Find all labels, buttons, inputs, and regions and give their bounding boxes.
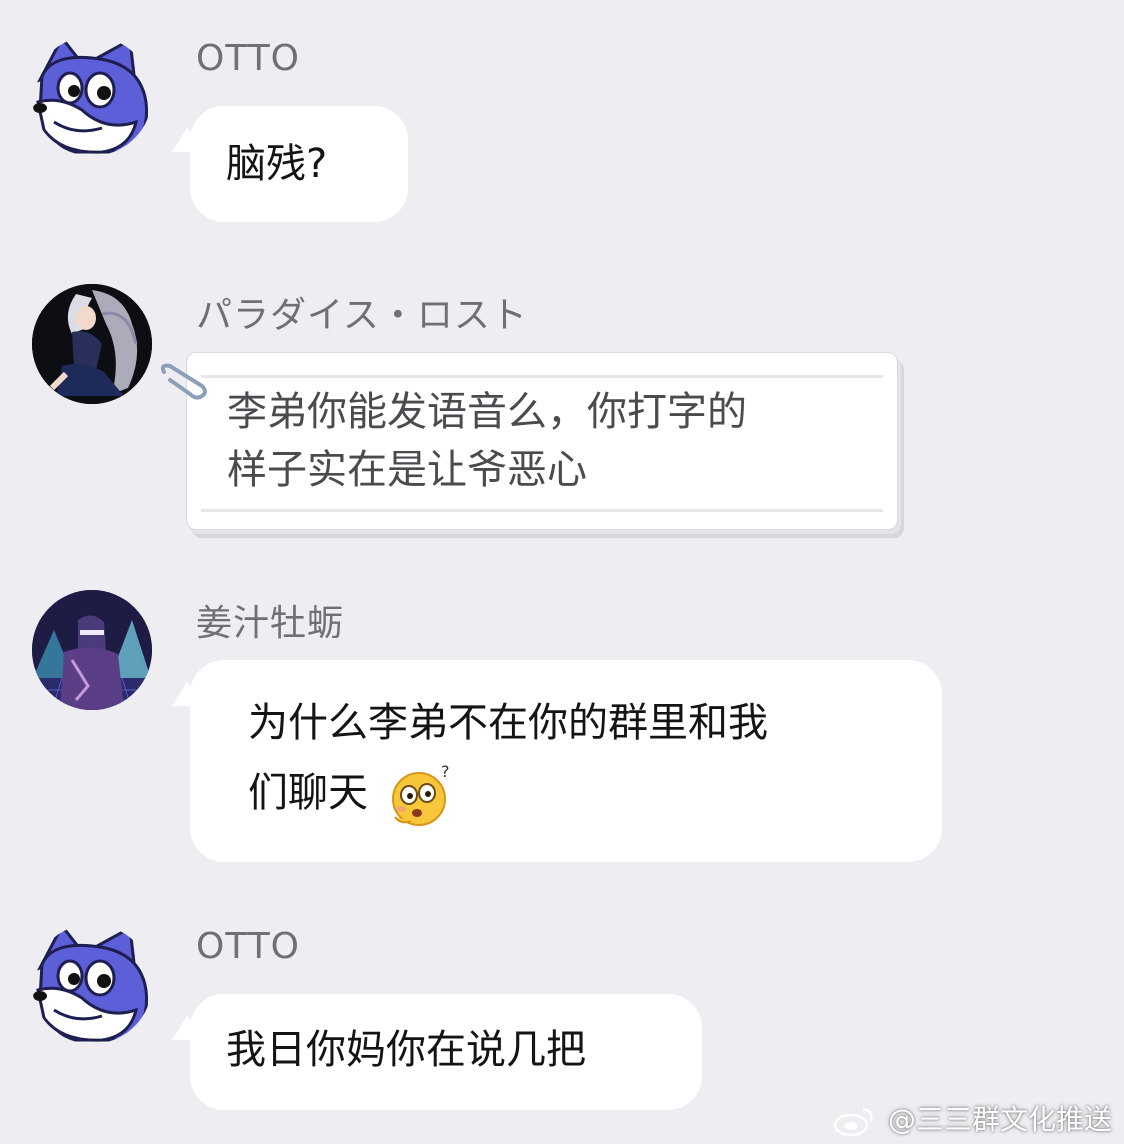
svg-text:?: ? <box>441 762 450 781</box>
message-text-line-wrap: 们聊天 ? <box>248 758 942 829</box>
avatar[interactable] <box>32 284 152 404</box>
anime-character-avatar-icon <box>32 284 152 404</box>
watermark-text: @三三群文化推送 <box>887 1103 1112 1136</box>
blue-fox-avatar-icon <box>33 924 149 1042</box>
sender-name: OTTO <box>196 38 301 79</box>
paperclip-icon <box>160 363 207 400</box>
message-text: 李弟你能发语音么，你打字的 样子实在是让爷恶心 <box>227 383 877 499</box>
chat-view: OTTO 脑残? パラダイス・ロスト 李弟你能发语音么，你打字的 样子实在是让爷… <box>0 0 1124 1144</box>
bubble-tail <box>164 681 202 719</box>
bubble-tail <box>164 1015 202 1053</box>
sender-name: パラダイス・ロスト <box>196 295 528 336</box>
sender-name: 姜汁牡蛎 <box>196 603 345 644</box>
message-bubble[interactable]: 脑残? <box>164 106 408 222</box>
blue-fox-avatar-icon <box>33 36 149 154</box>
message-text-line: 为什么李弟不在你的群里和我 <box>248 700 768 746</box>
divider <box>201 509 883 512</box>
avatar[interactable] <box>32 36 152 156</box>
message-bubble[interactable]: 李弟你能发语音么，你打字的 样子实在是让爷恶心 <box>160 352 900 532</box>
cyber-figure-avatar-icon <box>32 590 152 710</box>
divider <box>201 375 883 378</box>
message-text-line: 李弟你能发语音么，你打字的 <box>227 389 747 435</box>
message-bubble[interactable]: 我日你妈你在说几把 <box>164 994 702 1110</box>
message-text: 我日你妈你在说几把 <box>226 1027 586 1073</box>
message-text: 脑残? <box>226 141 328 187</box>
bubble-tail <box>164 127 202 165</box>
sender-name: OTTO <box>196 926 301 967</box>
weibo-icon <box>833 1107 873 1137</box>
message-bubble[interactable]: 为什么李弟不在你的群里和我 们聊天 ? <box>164 660 942 862</box>
watermark: @三三群文化推送 <box>833 1098 1112 1138</box>
message-text-line: 样子实在是让爷恶心 <box>227 447 587 493</box>
message-text-line: 们聊天 <box>248 770 368 816</box>
avatar[interactable] <box>32 590 152 710</box>
note-paper: 李弟你能发语音么，你打字的 样子实在是让爷恶心 <box>186 352 898 530</box>
confused-face-emoji-icon: ? <box>391 762 450 826</box>
avatar[interactable] <box>32 924 152 1044</box>
